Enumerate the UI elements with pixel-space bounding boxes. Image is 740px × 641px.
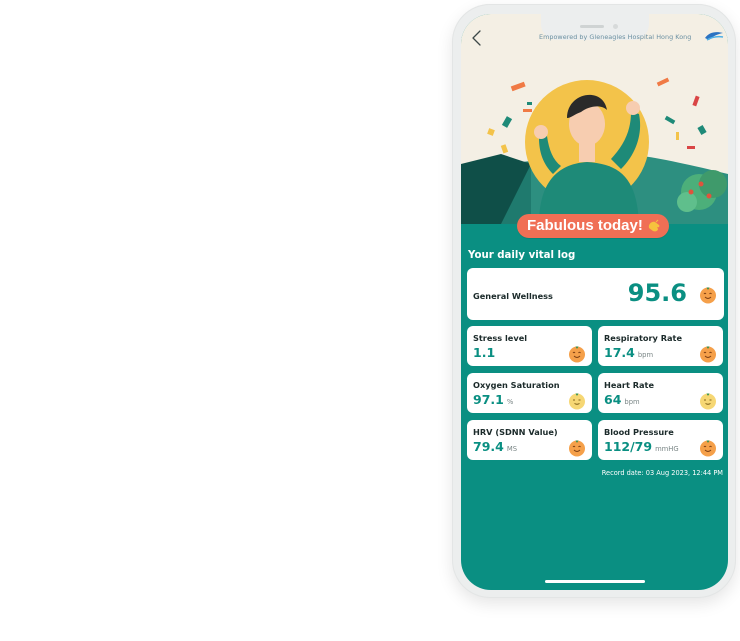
orange-happy-face-icon <box>569 440 585 457</box>
app-screen: Empowered by Gleneagles Hospital Hong Ko… <box>461 14 728 590</box>
home-indicator[interactable] <box>545 580 645 583</box>
heart-rate-label: Heart Rate <box>604 380 655 390</box>
stress-level-card[interactable]: Stress level 1.1 <box>467 326 592 366</box>
back-button[interactable] <box>467 28 487 48</box>
stress-level-value: 1.1 <box>473 345 496 360</box>
front-camera <box>613 24 618 29</box>
hrv-value: 79.4 MS <box>473 439 518 454</box>
blood-pressure-card[interactable]: Blood Pressure 112/79 mmHG <box>598 420 723 460</box>
general-wellness-value: 95.6 <box>627 279 687 307</box>
respiratory-rate-value: 17.4 bpm <box>604 345 654 360</box>
stress-level-label: Stress level <box>473 333 528 343</box>
hospital-logo-icon <box>705 32 724 41</box>
waving-hand-icon <box>648 219 660 232</box>
oxygen-saturation-card[interactable]: Oxygen Saturation 97.1% <box>467 373 592 413</box>
mood-banner: Fabulous today! <box>517 214 669 238</box>
oxygen-saturation-value: 97.1% <box>473 392 514 407</box>
orange-happy-face-icon <box>700 346 716 363</box>
respiratory-rate-label: Respiratory Rate <box>604 333 683 343</box>
oxygen-saturation-unit: % <box>506 398 514 406</box>
hrv-card[interactable]: HRV (SDNN Value) 79.4 MS <box>467 420 592 460</box>
vitals-section-title: Your daily vital log <box>468 250 576 261</box>
hero-illustration <box>461 14 728 224</box>
speaker-grille <box>580 25 604 28</box>
blood-pressure-label: Blood Pressure <box>604 427 674 437</box>
record-date: Record date: 03 Aug 2023, 12:44 PM <box>601 469 723 477</box>
respiratory-rate-card[interactable]: Respiratory Rate 17.4 bpm <box>598 326 723 366</box>
oxygen-saturation-label: Oxygen Saturation <box>473 380 560 390</box>
orange-happy-face-icon <box>700 287 716 304</box>
celebration-illustration <box>461 77 728 224</box>
hrv-label: HRV (SDNN Value) <box>473 427 558 437</box>
general-wellness-card[interactable]: General Wellness 95.6 <box>467 268 724 320</box>
general-wellness-label: General Wellness <box>473 291 553 301</box>
blood-pressure-value: 112/79 mmHG <box>604 439 679 454</box>
chevron-left-icon <box>472 30 481 46</box>
blood-pressure-unit: mmHG <box>655 445 679 453</box>
heart-rate-value: 64 bpm <box>604 392 640 407</box>
heart-rate-unit: bpm <box>624 398 640 406</box>
respiratory-rate-unit: bpm <box>637 351 654 359</box>
yellow-smile-face-icon <box>700 393 716 410</box>
heart-rate-card[interactable]: Heart Rate 64 bpm <box>598 373 723 413</box>
powered-by-text: Empowered by Gleneagles Hospital Hong Ko… <box>539 33 692 41</box>
hrv-unit: MS <box>506 445 518 453</box>
mood-title: Fabulous today! <box>527 217 643 234</box>
yellow-smile-face-icon <box>569 393 585 410</box>
orange-happy-face-icon <box>700 440 716 457</box>
orange-happy-face-icon <box>569 346 585 363</box>
